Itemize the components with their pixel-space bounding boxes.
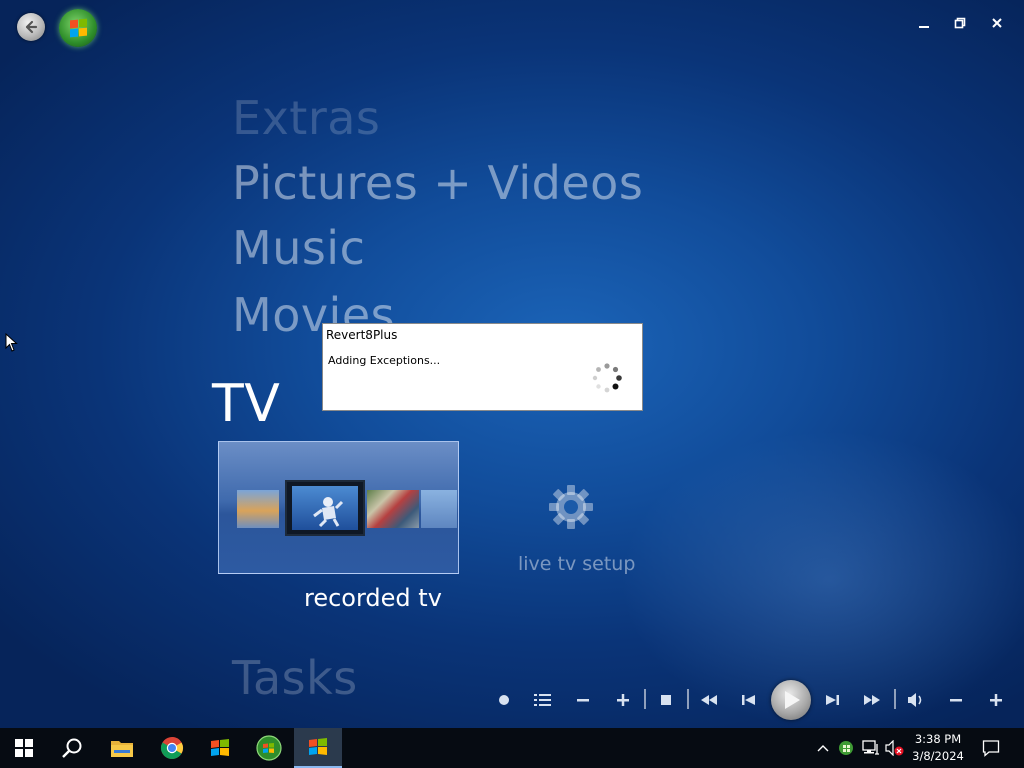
menu-item-pictures-videos[interactable]: Pictures + Videos — [232, 160, 643, 206]
menu-item-tv[interactable]: TV — [212, 378, 280, 430]
network-button[interactable] — [860, 728, 882, 768]
search-icon — [62, 738, 82, 758]
channel-up-button[interactable] — [611, 688, 635, 712]
plus-icon — [617, 694, 629, 706]
gear-icon[interactable] — [546, 482, 596, 532]
tray-app-icon[interactable] — [836, 728, 856, 768]
previous-button[interactable] — [737, 688, 761, 712]
rewind-button[interactable] — [697, 688, 721, 712]
skip-back-icon — [742, 695, 755, 705]
folder-icon — [111, 741, 133, 757]
channel-down-button[interactable] — [571, 688, 595, 712]
clock-time: 3:38 PM — [914, 732, 962, 746]
windows-flag-icon — [309, 738, 327, 755]
taskbar-file-explorer[interactable] — [98, 728, 146, 768]
volume-down-button[interactable] — [944, 688, 968, 712]
plus-icon — [990, 694, 1002, 706]
clock[interactable]: 3:38 PM 3/8/2024 — [900, 731, 976, 765]
windows-start-icon — [15, 739, 33, 757]
record-button[interactable] — [492, 688, 516, 712]
separator — [644, 689, 646, 709]
live-tv-setup-label[interactable]: live tv setup — [518, 553, 635, 575]
windows-flag-icon — [211, 739, 229, 756]
app-tray-icon — [839, 741, 853, 755]
progress-dialog: Revert8Plus Adding Exceptions... — [322, 323, 643, 411]
start-orb-button[interactable] — [59, 9, 97, 47]
tv-thumbnail — [285, 480, 365, 536]
mouse-cursor-icon — [5, 333, 18, 352]
start-button[interactable] — [0, 728, 48, 768]
menu-item-music[interactable]: Music — [232, 225, 365, 271]
play-icon — [785, 691, 800, 709]
restore-button[interactable] — [949, 12, 971, 34]
skip-forward-icon — [826, 695, 839, 705]
thumbnail-image — [237, 490, 279, 528]
chrome-icon — [161, 737, 183, 759]
notification-icon — [982, 740, 1000, 757]
restore-icon — [954, 17, 966, 29]
volume-up-button[interactable] — [984, 688, 1008, 712]
play-button[interactable] — [771, 680, 811, 720]
close-icon — [992, 18, 1002, 28]
separator — [687, 689, 689, 709]
thumbnail-image — [367, 490, 419, 528]
loading-spinner-icon — [592, 363, 622, 393]
astronaut-icon — [313, 497, 344, 528]
taskbar-media-center-active[interactable] — [294, 728, 342, 768]
playlist-button[interactable] — [531, 688, 555, 712]
background-glow — [620, 430, 1024, 730]
search-button[interactable] — [48, 728, 96, 768]
back-button[interactable] — [17, 13, 45, 41]
rewind-icon — [701, 695, 717, 705]
chevron-up-icon — [817, 745, 829, 752]
taskbar-windows-media-player[interactable] — [196, 728, 244, 768]
thumbnail-image — [421, 490, 457, 528]
menu-item-tasks[interactable]: Tasks — [232, 655, 358, 701]
list-icon — [534, 694, 551, 706]
minus-icon — [950, 699, 962, 702]
separator — [894, 689, 896, 709]
media-center-orb-icon — [256, 735, 282, 761]
clock-date: 3/8/2024 — [912, 749, 964, 763]
show-hidden-icons-button[interactable] — [814, 728, 832, 768]
fast-forward-button[interactable] — [860, 688, 884, 712]
dialog-title: Revert8Plus — [326, 328, 398, 342]
recorded-tv-label: recorded tv — [304, 584, 442, 612]
menu-item-extras[interactable]: Extras — [232, 95, 380, 141]
taskbar: 3:38 PM 3/8/2024 — [0, 728, 1024, 768]
record-icon — [499, 695, 509, 705]
action-center-button[interactable] — [980, 728, 1002, 768]
minus-icon — [577, 699, 589, 702]
close-button[interactable] — [986, 12, 1008, 34]
taskbar-chrome[interactable] — [148, 728, 196, 768]
dialog-message: Adding Exceptions... — [328, 354, 441, 367]
minimize-button[interactable] — [913, 12, 935, 34]
taskbar-windows-media-center[interactable] — [245, 728, 293, 768]
fast-forward-icon — [864, 695, 880, 705]
stop-icon — [661, 695, 671, 705]
network-icon — [862, 740, 879, 755]
minimize-icon — [919, 26, 929, 28]
mute-button[interactable] — [904, 688, 928, 712]
recorded-tv-tile[interactable] — [218, 441, 459, 574]
stop-button[interactable] — [654, 688, 678, 712]
next-button[interactable] — [820, 688, 844, 712]
volume-icon — [908, 693, 922, 707]
back-arrow-icon — [25, 20, 38, 34]
